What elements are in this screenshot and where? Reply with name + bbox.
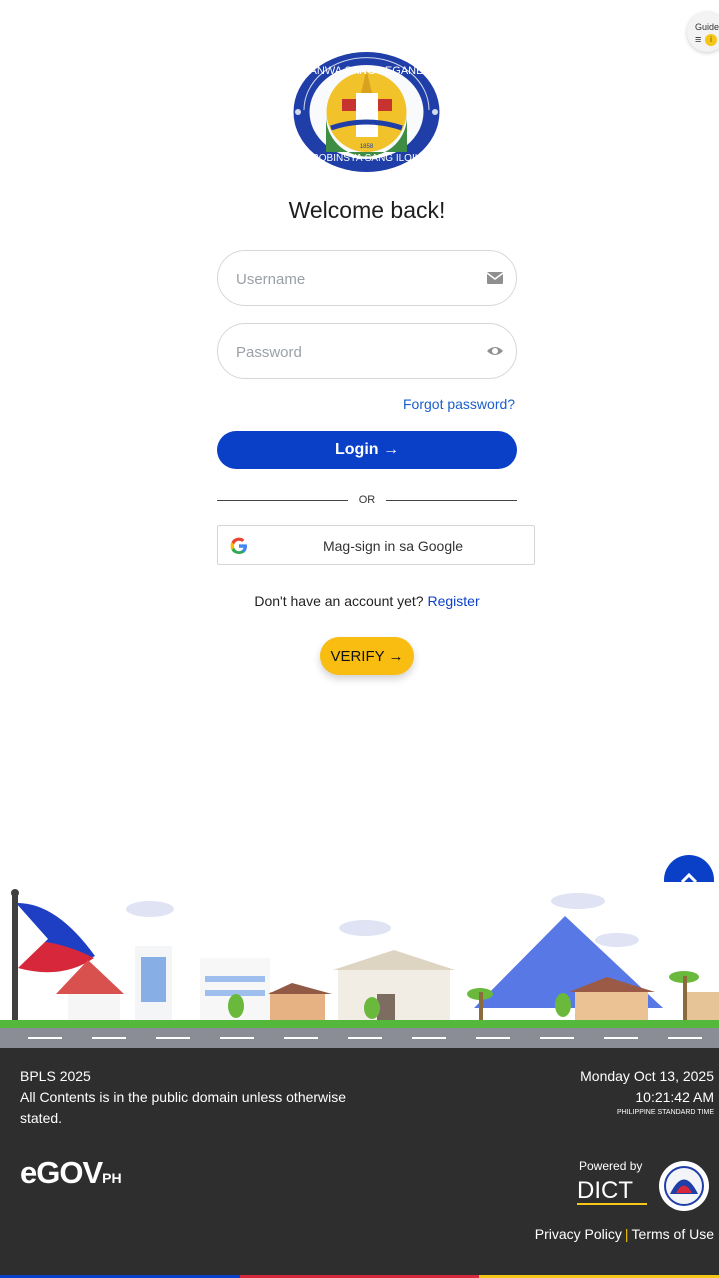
guide-button[interactable]: Guide ≡ i [687, 12, 719, 52]
seal-top-text: BANWA SANG LEGANES [302, 65, 431, 77]
municipal-seal: BANWA SANG LEGANES PROBINSYA SANG ILOILO… [293, 52, 440, 172]
privacy-policy-link[interactable]: Privacy Policy [535, 1226, 622, 1242]
menu-icon: ≡ [695, 34, 702, 46]
password-input[interactable] [234, 324, 478, 380]
divider-left [217, 500, 348, 501]
town-illustration [0, 882, 719, 1048]
seal-bottom-text: PROBINSYA SANG ILOILO [305, 153, 428, 164]
login-label: Login [335, 441, 379, 458]
arrow-right-icon: → [388, 647, 404, 665]
eye-icon[interactable] [486, 342, 504, 360]
egov-logo: eGOVPH [20, 1155, 122, 1191]
link-separator: | [624, 1226, 629, 1242]
seal-year: 1858 [360, 144, 374, 150]
verify-button[interactable]: VERIFY → [320, 637, 414, 675]
divider-right [386, 500, 517, 501]
current-date: Monday Oct 13, 2025 [580, 1068, 714, 1084]
page-title: Welcome back! [288, 197, 446, 223]
or-separator: OR [358, 494, 376, 506]
google-signin-label: Mag-sign in sa Google [322, 538, 464, 554]
egov-suffix: PH [102, 1170, 122, 1186]
dict-logo: DICT [577, 1177, 647, 1205]
footer-links: Privacy Policy | Terms of Use [535, 1226, 714, 1242]
register-link[interactable]: Register [427, 593, 479, 609]
username-field[interactable] [217, 250, 517, 307]
google-signin-button[interactable]: Mag-sign in sa Google [217, 525, 535, 565]
signup-prompt: Don't have an account yet? Register [0, 593, 719, 609]
site-footer: BPLS 2025 All Contents is in the public … [0, 1048, 719, 1278]
egov-main: eGOV [20, 1155, 103, 1190]
arrow-right-icon: → [383, 441, 399, 458]
guide-label: Guide [695, 22, 719, 32]
login-button[interactable]: Login → [217, 431, 517, 469]
envelope-icon [486, 272, 504, 284]
info-badge-icon: i [705, 34, 717, 46]
footer-clock: Monday Oct 13, 2025 10:21:42 AM PHILIPPI… [580, 1066, 714, 1118]
verify-label: VERIFY [330, 647, 385, 665]
password-field[interactable] [217, 323, 517, 380]
username-input[interactable] [234, 251, 478, 307]
app-name: BPLS 2025 [20, 1068, 91, 1084]
terms-of-use-link[interactable]: Terms of Use [632, 1226, 714, 1242]
google-logo-icon [230, 537, 247, 554]
forgot-password-link[interactable]: Forgot password? [403, 396, 515, 412]
signup-text: Don't have an account yet? [254, 593, 424, 609]
powered-by-label: Powered by [579, 1159, 643, 1173]
dict-seal [659, 1161, 709, 1211]
dict-wordmark: DICT [577, 1177, 633, 1204]
timezone-label: PHILIPPINE STANDARD TIME [617, 1109, 714, 1116]
public-domain-notice: All Contents is in the public domain unl… [20, 1089, 347, 1126]
current-time: 10:21:42 AM [635, 1089, 714, 1105]
footer-info: BPLS 2025 All Contents is in the public … [20, 1066, 380, 1129]
